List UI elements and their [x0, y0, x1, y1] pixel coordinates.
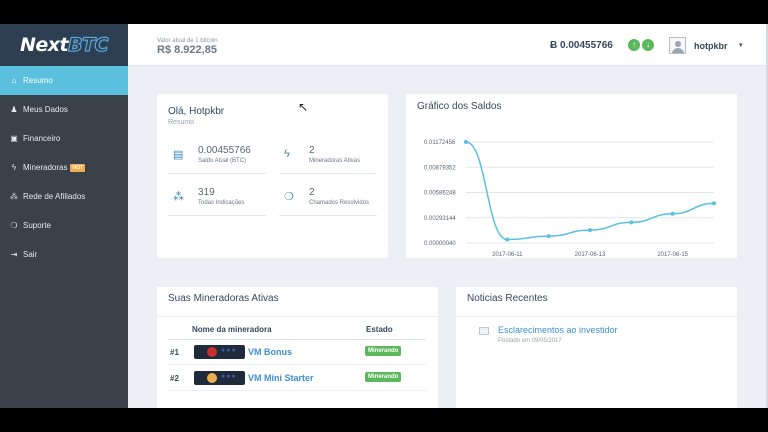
- y-tick-label: 0.00879352: [424, 165, 456, 171]
- data-point[interactable]: [712, 201, 716, 206]
- news-item-link[interactable]: Esclarecimentos ao investidor: [498, 325, 618, 335]
- row-index: #2: [170, 374, 179, 383]
- y-tick-label: 0.00586248: [424, 191, 456, 197]
- chat-icon: ❍: [284, 191, 294, 203]
- user-menu-name[interactable]: hotpkbr: [694, 41, 728, 51]
- btc-balance: Ƀ 0.00455766: [550, 40, 613, 51]
- chart-panel: Gráfico dos Saldos 0.01172456 0.00879352 0…: [406, 94, 737, 258]
- sidebar-item-meus-dados[interactable]: ♟ Meus Dados: [0, 95, 128, 124]
- stat-label: Chamados Resolvidos: [309, 200, 370, 206]
- sidebar-item-rede-afiliados[interactable]: ⁂ Rede de Afiliados: [0, 182, 128, 211]
- btc-price-value: R$ 8.922,85: [157, 44, 217, 56]
- stat-chamados: ❍ 2 Chamados Resolvidos: [279, 182, 377, 216]
- stat-value: 319: [198, 187, 215, 198]
- mouse-cursor-icon: ↖: [298, 100, 309, 114]
- news-panel: Noticias Recentes Esclarecimentos ao inv…: [456, 287, 737, 408]
- chevron-down-icon[interactable]: ▾: [739, 41, 743, 49]
- col-header-name: Nome da mineradora: [192, 325, 272, 334]
- miners-title: Suas Mineradoras Ativas: [168, 293, 279, 304]
- logo[interactable]: Next BTC: [0, 24, 128, 66]
- sidebar-item-mineradoras[interactable]: ϟ Mineradoras HOT: [0, 153, 128, 182]
- data-point[interactable]: [505, 237, 510, 242]
- sidebar-item-label: Mineradoras: [23, 163, 68, 172]
- logo-text-btc: BTC: [68, 34, 109, 57]
- news-title: Noticias Recentes: [467, 293, 548, 304]
- y-tick-label: 0.01172456: [424, 140, 456, 146]
- y-tick-label: 0.00000040: [424, 241, 456, 247]
- data-point[interactable]: [588, 228, 592, 233]
- welcome-greeting: Olá, Hotpkbr: [168, 106, 225, 117]
- miner-name-link[interactable]: VM Mini Starter: [248, 373, 314, 383]
- news-header: Noticias Recentes: [456, 287, 737, 317]
- x-tick-label: 2017-06-11: [492, 252, 523, 258]
- coin-icon: [207, 373, 217, 383]
- money-icon: ▣: [10, 134, 18, 143]
- chat-icon: ❍: [10, 221, 18, 230]
- stat-label: Todas Indicações: [198, 200, 245, 206]
- sitemap-icon: ⁂: [10, 192, 18, 201]
- miners-header: Suas Mineradoras Ativas: [157, 287, 438, 317]
- money-icon: ▤: [173, 149, 184, 161]
- sidebar-item-label: Meus Dados: [23, 105, 68, 114]
- miner-thumbnail: ●●●: [194, 371, 245, 385]
- y-tick-label: 0.00293144: [424, 216, 456, 222]
- data-point[interactable]: [464, 140, 468, 144]
- stat-value: 2: [309, 145, 315, 156]
- data-point[interactable]: [546, 234, 551, 239]
- sidebar: Next BTC ⌂ Resumo ♟ Meus Dados ▣ Financei…: [0, 24, 128, 408]
- stat-value: 0.00455766: [198, 145, 251, 156]
- welcome-panel: Olá, Hotpkbr Resumo ▤ 0.00455766 Saldo A…: [157, 94, 388, 258]
- miner-thumbnail: ●●●: [194, 345, 245, 359]
- arrow-up-icon[interactable]: ↑: [628, 39, 640, 51]
- sidebar-item-label: Financeiro: [23, 134, 61, 143]
- data-point[interactable]: [629, 220, 634, 225]
- bolt-icon: ϟ: [284, 148, 290, 160]
- arrow-down-icon[interactable]: ↓: [642, 39, 654, 51]
- col-header-status: Estado: [366, 325, 393, 334]
- miners-panel: Suas Mineradoras Ativas Nome da minerado…: [157, 287, 438, 408]
- x-tick-label: 2017-06-15: [657, 252, 688, 258]
- table-row: #2 ●●● VM Mini Starter Minerando: [168, 366, 426, 391]
- coin-icon: [207, 347, 217, 357]
- sidebar-item-label: Resumo: [23, 76, 53, 85]
- sidebar-item-label: Rede de Afiliados: [23, 192, 86, 201]
- table-row: #1 ●●● VM Bonus Minerando: [168, 340, 426, 365]
- bolt-icon: ϟ: [11, 163, 17, 172]
- logo-text-next: Next: [19, 34, 69, 56]
- sidebar-item-label: Suporte: [23, 221, 52, 230]
- logout-icon: ⇥: [10, 250, 18, 259]
- sitemap-icon: ⁂: [173, 191, 184, 203]
- series-line: [465, 141, 715, 241]
- newspaper-icon: [479, 327, 489, 335]
- app-frame: Next BTC ⌂ Resumo ♟ Meus Dados ▣ Financei…: [0, 24, 768, 408]
- stat-mineradoras: ϟ 2 Mineradoras Ativas: [279, 140, 377, 174]
- home-icon: ⌂: [11, 76, 17, 85]
- miner-name-link[interactable]: VM Bonus: [248, 347, 292, 357]
- stat-label: Mineradoras Ativas: [309, 158, 361, 164]
- sidebar-item-suporte[interactable]: ❍ Suporte: [0, 211, 128, 240]
- news-item-date: Postado em 09/05/2017: [498, 338, 562, 344]
- user-icon: ♟: [10, 105, 18, 114]
- avatar[interactable]: [669, 37, 686, 54]
- stat-saldo: ▤ 0.00455766 Saldo Atual (BTC): [168, 140, 266, 174]
- status-badge: Minerando: [365, 346, 402, 356]
- top-bar: Valor atual de 1 bitcoin R$ 8.922,85 Ƀ 0…: [128, 24, 768, 66]
- status-badge: Minerando: [365, 372, 402, 382]
- row-index: #1: [170, 348, 179, 357]
- sidebar-item-label: Sair: [23, 250, 38, 259]
- sidebar-item-financeiro[interactable]: ▣ Financeiro: [0, 124, 128, 153]
- balance-chart: 0.01172456 0.00879352 0.00586248 0.00293144…: [424, 140, 716, 258]
- data-point[interactable]: [670, 211, 675, 216]
- welcome-subtitle: Resumo: [168, 119, 195, 126]
- hot-badge: HOT: [70, 163, 86, 172]
- stat-indicacoes: ⁂ 319 Todas Indicações: [168, 182, 266, 216]
- sidebar-item-sair[interactable]: ⇥ Sair: [0, 240, 128, 269]
- stat-label: Saldo Atual (BTC): [198, 158, 247, 164]
- sidebar-item-resumo[interactable]: ⌂ Resumo: [0, 66, 128, 95]
- stat-value: 2: [309, 187, 315, 198]
- x-tick-label: 2017-06-13: [575, 252, 606, 258]
